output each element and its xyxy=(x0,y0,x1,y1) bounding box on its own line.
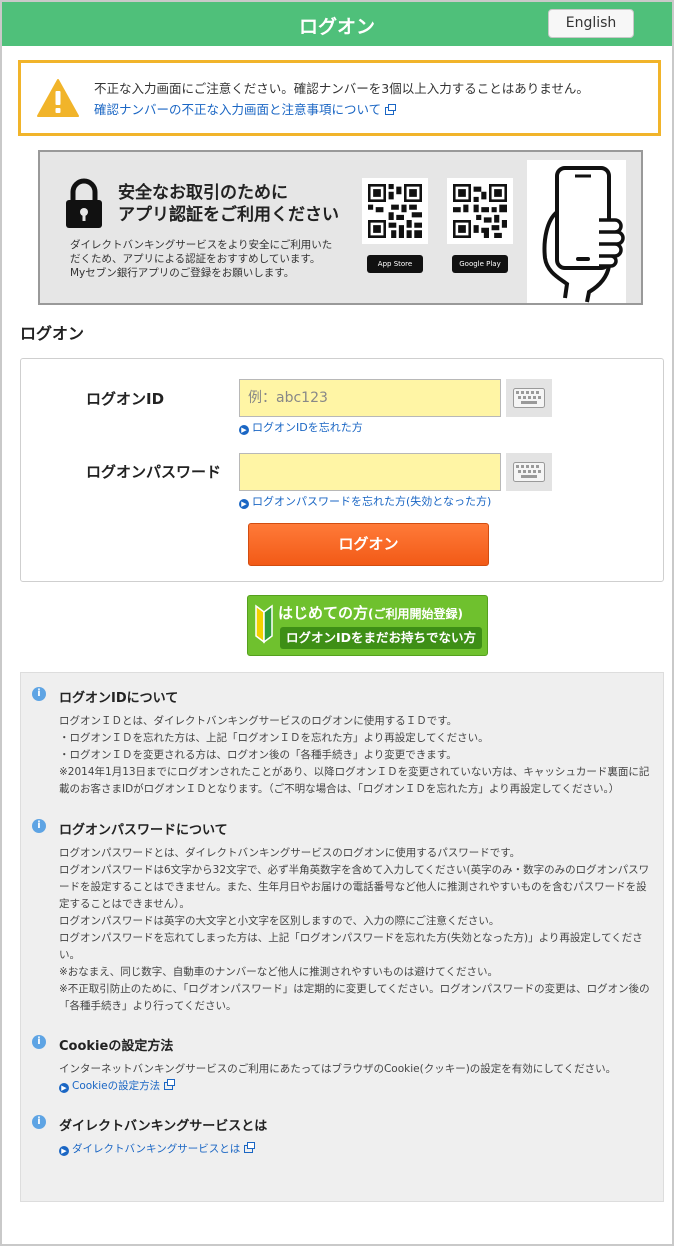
app-auth-banner[interactable]: 安全なお取引のために アプリ認証をご利用ください ダイレクトバンキングサービスを… xyxy=(38,150,643,305)
register-title-main[interactable]: はじめての方 xyxy=(278,604,368,622)
keyboard-icon xyxy=(513,462,545,482)
banner-desc-line1: ダイレクトバンキングサービスをより安全にご利用いた xyxy=(70,239,333,251)
info-icon: i xyxy=(32,1115,46,1129)
arrow-icon: ▶ xyxy=(239,499,249,509)
smartphone-illustration xyxy=(527,160,626,303)
page: ログオン English 不正な入力画面にご注意ください。確認ナンバーを3個以上… xyxy=(2,2,672,1244)
info-text: インターネットバンキングサービスのご利用にあたってはブラウザのCookie(クッ… xyxy=(59,1063,617,1075)
info-text: ログオンパスワードは英字の大文字と小文字を区別しますので、入力の際にご注意くださ… xyxy=(59,915,500,927)
forgot-id-label[interactable]: ログオンIDを忘れた方 xyxy=(252,421,363,434)
direct-banking-link[interactable]: ▶ ダイレクトバンキングサービスとは xyxy=(59,1141,651,1158)
lock-icon xyxy=(66,178,102,228)
direct-banking-label[interactable]: ダイレクトバンキングサービスとは xyxy=(72,1143,240,1155)
qr-icon xyxy=(453,184,507,238)
info-text: ※不正取引防止のために、「ログオンパスワード」は定期的に変更してください。ログオ… xyxy=(59,983,650,1012)
info-body: インターネットバンキングサービスのご利用にあたってはブラウザのCookie(クッ… xyxy=(59,1061,651,1095)
banner-desc-line3: Myセブン銀行アプリのご登録をお願いします。 xyxy=(70,267,295,279)
external-link-icon xyxy=(244,1142,256,1153)
appstore-badge[interactable]: App Store xyxy=(367,255,423,273)
info-text: ※おなまえ、同じ数字、自動車のナンバーなど他人に推測されやすいものは避けてくださ… xyxy=(59,966,498,978)
info-body: ログオンパスワードとは、ダイレクトバンキングサービスのログオンに使用するパスワー… xyxy=(59,845,651,1015)
header-bar: ログオン English xyxy=(2,2,672,46)
logon-id-input[interactable]: 例：abc123 xyxy=(239,379,501,417)
forgot-password-label[interactable]: ログオンパスワードを忘れた方(失効となった方) xyxy=(252,495,491,508)
info-text: ・ログオンＩＤを変更される方は、ログオン後の「各種手続き」より変更できます。 xyxy=(59,749,457,761)
logon-id-label: ログオンID xyxy=(86,390,165,408)
software-keyboard-button[interactable] xyxy=(506,379,552,417)
external-link-icon xyxy=(385,103,397,115)
banner-title-line2: アプリ認証をご利用ください xyxy=(118,205,339,225)
warning-link-label[interactable]: 確認ナンバーの不正な入力画面と注意事項について xyxy=(94,102,381,117)
appstore-qr-code xyxy=(362,178,428,244)
phone-hand-icon xyxy=(542,166,625,303)
info-text: ※2014年1月13日までにログオンされたことがあり、以降ログオンＩＤを変更され… xyxy=(59,766,650,795)
forgot-password-link[interactable]: ▶ ログオンパスワードを忘れた方(失効となった方) xyxy=(239,493,491,509)
qr-icon xyxy=(368,184,422,238)
googleplay-badge[interactable]: Google Play xyxy=(452,255,508,273)
logon-password-input[interactable] xyxy=(239,453,501,491)
banner-title-line1: 安全なお取引のために xyxy=(118,183,288,203)
warning-icon xyxy=(37,79,79,117)
info-icon: i xyxy=(32,1035,46,1049)
info-text: ・ログオンＩＤを忘れた方は、上記「ログオンＩＤを忘れた方」より再設定してください… xyxy=(59,732,489,744)
info-title: ダイレクトバンキングサービスとは xyxy=(59,1119,268,1134)
googleplay-qr-code xyxy=(447,178,513,244)
info-title: ログオンパスワードについて xyxy=(59,823,228,838)
info-panel: i ログオンIDについて ログオンＩＤとは、ダイレクトバンキングサービスのログオ… xyxy=(20,672,664,1202)
info-text: ログオンパスワードとは、ダイレクトバンキングサービスのログオンに使用するパスワー… xyxy=(59,847,521,859)
english-button[interactable]: English xyxy=(548,9,634,38)
arrow-icon: ▶ xyxy=(239,425,249,435)
banner-desc-line2: だくため、アプリによる認証をおすすめしています。 xyxy=(70,253,321,265)
logon-section-title: ログオン xyxy=(20,324,85,343)
software-keyboard-button[interactable] xyxy=(506,453,552,491)
banner-description: ダイレクトバンキングサービスをより安全にご利用いた だくため、アプリによる認証を… xyxy=(70,238,360,280)
logon-button[interactable]: ログオン xyxy=(248,523,489,566)
info-title: ログオンIDについて xyxy=(59,691,179,706)
warning-text: 不正な入力画面にご注意ください。確認ナンバーを3個以上入力することはありません。 xyxy=(94,81,589,96)
external-link-icon xyxy=(164,1079,176,1090)
info-body: ログオンＩＤとは、ダイレクトバンキングサービスのログオンに使用するＩＤです。 ・… xyxy=(59,713,651,798)
keyboard-icon xyxy=(513,388,545,408)
register-title[interactable]: はじめての方(ご利用開始登録) xyxy=(278,602,463,623)
info-icon: i xyxy=(32,819,46,833)
warning-box: 不正な入力画面にご注意ください。確認ナンバーを3個以上入力することはありません。… xyxy=(18,60,661,136)
warning-link[interactable]: 確認ナンバーの不正な入力画面と注意事項について xyxy=(94,99,397,118)
logon-password-label: ログオンパスワード xyxy=(86,463,222,481)
register-button[interactable]: はじめての方(ご利用開始登録) ログオンIDをまだお持ちでない方 xyxy=(247,595,488,656)
arrow-icon: ▶ xyxy=(59,1146,69,1156)
register-title-sub[interactable]: (ご利用開始登録) xyxy=(368,607,463,621)
banner-title: 安全なお取引のために アプリ認証をご利用ください xyxy=(118,182,339,226)
logon-form: ログオンID 例：abc123 ▶ログオンIDを忘れた方 ログオンパスワード xyxy=(20,358,664,582)
info-text: ログオンＩＤとは、ダイレクトバンキングサービスのログオンに使用するＩＤです。 xyxy=(59,715,458,727)
beginner-mark-icon xyxy=(255,604,273,644)
info-icon: i xyxy=(32,687,46,701)
info-text: ログオンパスワードは6文字から32文字で、必ず半角英数字を含めて入力してください… xyxy=(59,864,650,910)
arrow-icon: ▶ xyxy=(59,1083,69,1093)
info-text: ログオンパスワードを忘れてしまった方は、上記「ログオンパスワードを忘れた方(失効… xyxy=(59,932,643,961)
cookie-settings-link[interactable]: ▶ Cookieの設定方法 xyxy=(59,1078,651,1095)
forgot-id-link[interactable]: ▶ ログオンIDを忘れた方 xyxy=(239,419,363,435)
info-title: Cookieの設定方法 xyxy=(59,1039,174,1054)
register-subtitle[interactable]: ログオンIDをまだお持ちでない方 xyxy=(280,627,482,649)
cookie-settings-label[interactable]: Cookieの設定方法 xyxy=(72,1080,160,1092)
info-body: ▶ ダイレクトバンキングサービスとは xyxy=(59,1141,651,1158)
